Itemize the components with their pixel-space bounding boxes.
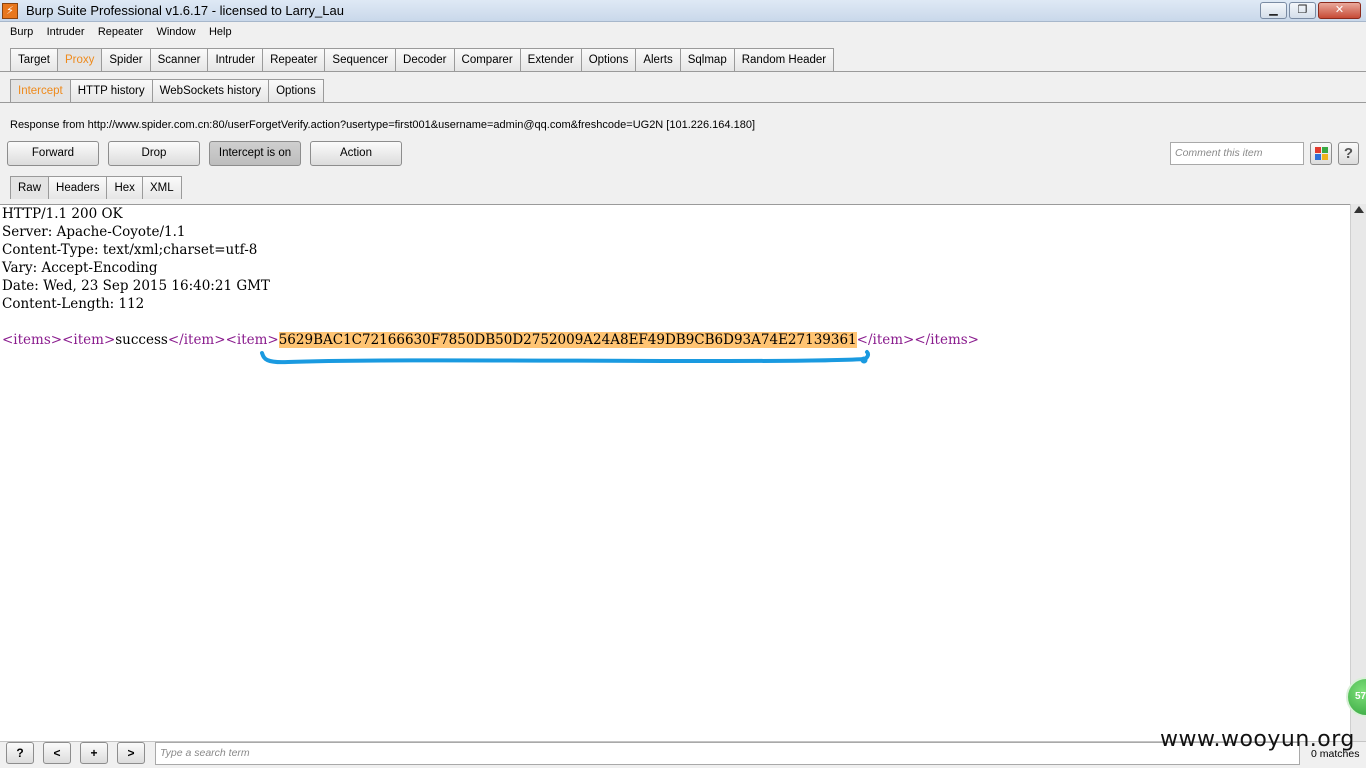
header-line: Content-Length: 112 bbox=[2, 296, 145, 312]
minimize-button[interactable]: ▁ bbox=[1260, 2, 1287, 19]
burp-logo-icon: ⚡ bbox=[2, 3, 18, 19]
tab-xml[interactable]: XML bbox=[141, 176, 182, 199]
divider bbox=[0, 71, 1366, 72]
divider bbox=[0, 102, 1366, 103]
window-title: Burp Suite Professional v1.6.17 - licens… bbox=[26, 3, 344, 18]
help-icon[interactable]: ? bbox=[1338, 142, 1359, 165]
search-next-button[interactable]: > bbox=[117, 742, 145, 764]
intercept-toggle-button[interactable]: Intercept is on bbox=[209, 141, 301, 166]
tab-proxy-options[interactable]: Options bbox=[268, 79, 324, 102]
proxy-tab-bar: Intercept HTTP history WebSockets histor… bbox=[10, 79, 324, 102]
header-line: HTTP/1.1 200 OK bbox=[2, 206, 123, 222]
tab-http-history[interactable]: HTTP history bbox=[69, 79, 153, 102]
vertical-scrollbar[interactable] bbox=[1350, 204, 1366, 744]
search-add-button[interactable]: + bbox=[80, 742, 108, 764]
tab-sqlmap[interactable]: Sqlmap bbox=[679, 48, 735, 71]
menu-help[interactable]: Help bbox=[205, 22, 236, 43]
xml-tag: <item> bbox=[225, 332, 279, 348]
response-body: <items><item>success</item><item>5629BAC… bbox=[2, 331, 979, 349]
tab-decoder[interactable]: Decoder bbox=[395, 48, 455, 71]
message-editor[interactable]: HTTP/1.1 200 OK Server: Apache-Coyote/1.… bbox=[0, 204, 1350, 744]
tab-scanner[interactable]: Scanner bbox=[149, 48, 209, 71]
search-help-button[interactable]: ? bbox=[6, 742, 34, 764]
tab-hex[interactable]: Hex bbox=[106, 176, 143, 199]
xml-tag: </item> bbox=[167, 332, 226, 348]
tab-extender[interactable]: Extender bbox=[519, 48, 582, 71]
view-tab-bar: Raw Headers Hex XML bbox=[10, 176, 182, 199]
scroll-up-icon[interactable] bbox=[1354, 206, 1364, 213]
menu-repeater[interactable]: Repeater bbox=[94, 22, 147, 43]
xml-tag: <item> bbox=[62, 332, 116, 348]
annotation-underline bbox=[260, 350, 870, 365]
highlight-color-icon[interactable] bbox=[1310, 142, 1332, 165]
header-line: Date: Wed, 23 Sep 2015 16:40:21 GMT bbox=[2, 278, 270, 294]
drop-button[interactable]: Drop bbox=[108, 141, 200, 166]
close-button[interactable]: ✕ bbox=[1318, 2, 1361, 19]
search-input[interactable]: Type a search term bbox=[155, 742, 1300, 765]
watermark: www.wooyun.org bbox=[1160, 727, 1355, 752]
tab-spider[interactable]: Spider bbox=[101, 48, 151, 71]
menu-burp[interactable]: Burp bbox=[6, 22, 37, 43]
maximize-button[interactable]: ❐ bbox=[1289, 2, 1316, 19]
menu-intruder[interactable]: Intruder bbox=[43, 22, 89, 43]
tab-sequencer[interactable]: Sequencer bbox=[324, 48, 397, 71]
xml-tag: </item> bbox=[856, 332, 915, 348]
menu-bar: Burp Intruder Repeater Window Help bbox=[0, 22, 1366, 43]
search-prev-button[interactable]: < bbox=[43, 742, 71, 764]
tab-websockets-history[interactable]: WebSockets history bbox=[151, 79, 270, 102]
tab-intercept[interactable]: Intercept bbox=[10, 79, 71, 102]
header-line: Server: Apache-Coyote/1.1 bbox=[2, 224, 186, 240]
tab-alerts[interactable]: Alerts bbox=[635, 48, 681, 71]
tab-intruder[interactable]: Intruder bbox=[207, 48, 264, 71]
tab-options[interactable]: Options bbox=[580, 48, 637, 71]
forward-button[interactable]: Forward bbox=[7, 141, 99, 166]
menu-window[interactable]: Window bbox=[152, 22, 199, 43]
main-area: Target Proxy Spider Scanner Intruder Rep… bbox=[0, 43, 1366, 768]
tab-repeater[interactable]: Repeater bbox=[262, 48, 326, 71]
window-controls: ▁ ❐ ✕ bbox=[1260, 2, 1361, 19]
header-line: Content-Type: text/xml;charset=utf-8 bbox=[2, 242, 258, 258]
tab-target[interactable]: Target bbox=[10, 48, 58, 71]
tab-headers[interactable]: Headers bbox=[48, 176, 108, 199]
highlighted-token: 5629BAC1C72166630F7850DB50D2752009A24A8E… bbox=[278, 332, 857, 348]
xml-tag: </items> bbox=[914, 332, 979, 348]
title-bar: ⚡ Burp Suite Professional v1.6.17 - lice… bbox=[0, 0, 1366, 22]
xml-tag: <items> bbox=[2, 332, 63, 348]
main-tab-bar: Target Proxy Spider Scanner Intruder Rep… bbox=[10, 48, 835, 71]
tab-random-header[interactable]: Random Header bbox=[733, 48, 835, 71]
tab-comparer[interactable]: Comparer bbox=[453, 48, 521, 71]
action-button[interactable]: Action bbox=[310, 141, 402, 166]
header-line: Vary: Accept-Encoding bbox=[2, 260, 158, 276]
tab-proxy[interactable]: Proxy bbox=[56, 48, 103, 71]
tab-raw[interactable]: Raw bbox=[10, 176, 50, 199]
response-info: Response from http://www.spider.com.cn:8… bbox=[10, 119, 756, 131]
body-value: success bbox=[115, 332, 168, 348]
comment-input[interactable]: Comment this item bbox=[1170, 142, 1304, 165]
